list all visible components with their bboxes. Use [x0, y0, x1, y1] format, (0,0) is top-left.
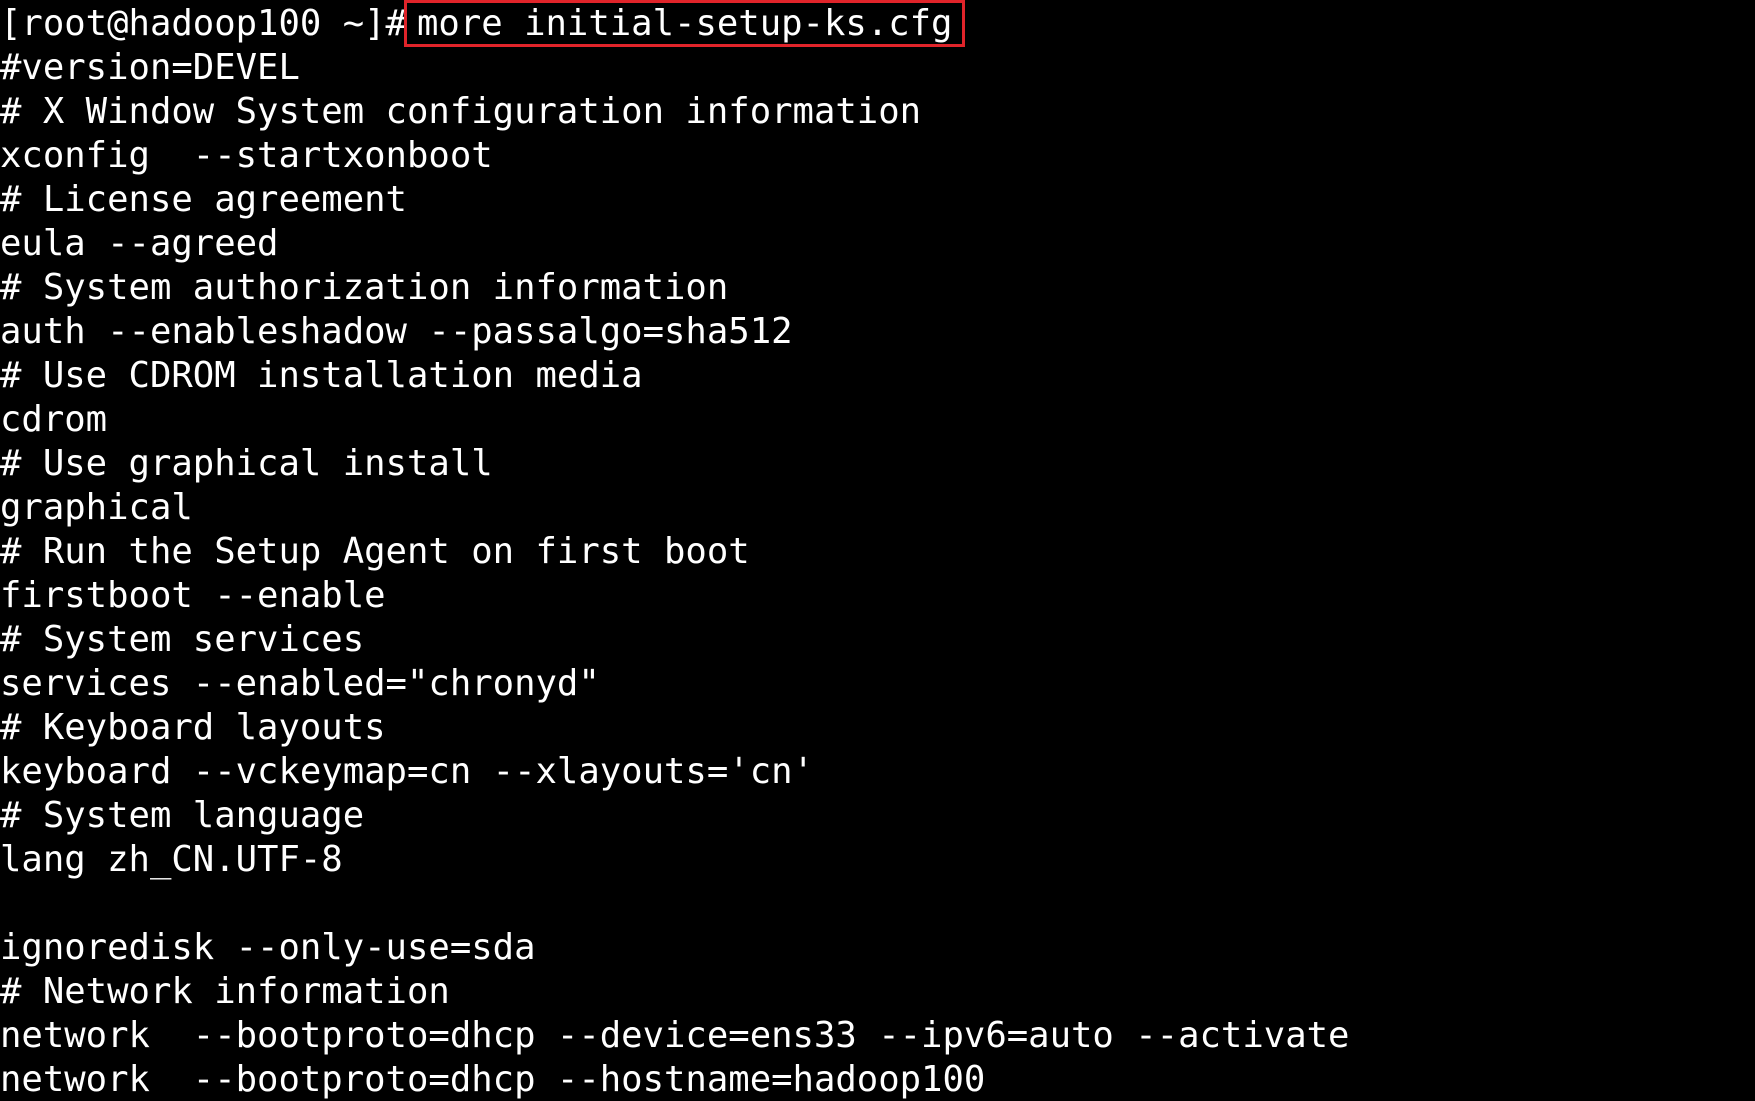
output-line: # System language — [0, 795, 365, 836]
output-line: firstboot --enable — [0, 575, 386, 616]
output-line: # Use CDROM installation media — [0, 355, 643, 396]
output-line: auth --enableshadow --passalgo=sha512 — [0, 311, 793, 352]
output-line: # License agreement — [0, 179, 407, 220]
output-line: keyboard --vckeymap=cn --xlayouts='cn' — [0, 751, 814, 792]
output-line: #version=DEVEL — [0, 47, 300, 88]
output-line: # Keyboard layouts — [0, 707, 386, 748]
output-line: # Run the Setup Agent on first boot — [0, 531, 750, 572]
output-line: services --enabled="chronyd" — [0, 663, 600, 704]
output-line: # Network information — [0, 971, 450, 1012]
output-line: lang zh_CN.UTF-8 — [0, 839, 343, 880]
shell-prompt: [root@hadoop100 ~]# — [0, 3, 407, 44]
prompt-line: [root@hadoop100 ~]# more initial-setup-ks… — [0, 0, 966, 47]
output-line: ignoredisk --only-use=sda — [0, 927, 536, 968]
output-line: xconfig --startxonboot — [0, 135, 493, 176]
terminal-window[interactable]: [root@hadoop100 ~]# more initial-setup-ks… — [0, 0, 1755, 1101]
output-line: # System authorization information — [0, 267, 729, 308]
output-line: # System services — [0, 619, 365, 660]
output-line: # X Window System configuration informat… — [0, 91, 922, 132]
output-line: eula --agreed — [0, 223, 279, 264]
output-line: cdrom — [0, 399, 108, 440]
output-line: network --bootproto=dhcp --hostname=hado… — [0, 1059, 986, 1100]
output-line: network --bootproto=dhcp --device=ens33 … — [0, 1015, 1350, 1056]
highlighted-command: more initial-setup-ks.cfg — [403, 0, 966, 47]
output-line: # Use graphical install — [0, 443, 493, 484]
output-line: graphical — [0, 487, 193, 528]
